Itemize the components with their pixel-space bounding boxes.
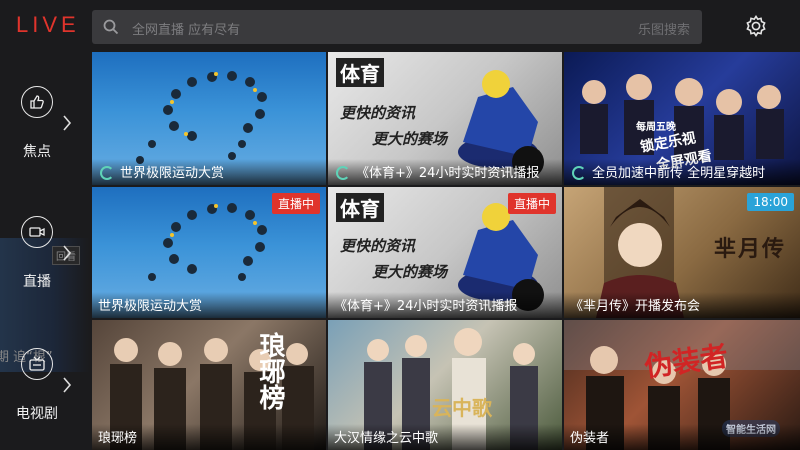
time-badge: 18:00 [747,193,794,211]
show-title-art: 芈月传 [714,237,787,262]
tile-mi-yue-zhuan[interactable]: 芈月传 18:00 《芈月传》开播发布会 [564,187,800,318]
chevron-right-icon [63,245,72,261]
tile-nirvana-in-fire[interactable]: 琅琊榜 琅琊榜 [92,320,326,450]
tile-sports-plus-live[interactable]: 体育 更快的资讯 更大的赛场 直播中 《体育+》24小时实时资讯播报 [328,187,562,318]
tile-caption: 全员加速中前传 全明星穿越时 [564,159,800,185]
loading-spinner-icon [336,166,350,180]
live-badge: 直播中 [507,193,556,214]
chevron-right-icon [63,377,72,393]
search-hint: 乐图搜索 [637,23,690,38]
tile-caption: 《体育+》24小时实时资讯播报 [328,159,562,185]
tv-icon [21,348,53,380]
sidebar-item-focus[interactable]: 焦点 [0,86,90,196]
search-bar[interactable]: 全网直播 应有尽有 乐图搜索 [92,10,702,44]
loading-spinner-icon [572,166,586,180]
sidebar-item-label: 直播 [23,274,51,290]
tile-extreme-sports-live[interactable]: 直播中 世界极限运动大赏 [92,187,326,318]
tile-caption: 《体育+》24小时实时资讯播报 [328,292,562,318]
video-camera-icon [21,216,53,248]
tile-caption: 大汉情缘之云中歌 [328,424,562,450]
sidebar-item-label: 电视剧 [16,406,58,422]
sidebar-item-live[interactable]: 直播 [0,216,90,326]
sidebar-item-tv-series[interactable]: 电视剧 [0,348,90,450]
show-title-art: 云中歌 [432,396,492,420]
tile-caption: 世界极限运动大赏 [92,292,326,318]
sidebar-item-label: 焦点 [23,144,51,160]
thumbs-up-icon [21,86,53,118]
tile-caption: 琅琊榜 [92,424,326,450]
tile-running-man[interactable]: 每周五晚 锁定乐视 全屏观看 全员加速中前传 全明星穿越时 [564,52,800,185]
app-logo: LIVE [16,12,80,37]
live-badge: 直播中 [271,193,320,214]
tile-caption: 世界极限运动大赏 [92,159,326,185]
gear-icon[interactable] [744,14,768,38]
tile-caption: 伪装者 [564,424,800,450]
tile-extreme-sports[interactable]: 世界极限运动大赏 [92,52,326,185]
chevron-right-icon [63,115,72,131]
tile-yun-zhong-ge[interactable]: 云中歌 大汉情缘之云中歌 [328,320,562,450]
loading-spinner-icon [100,166,114,180]
search-icon [103,19,119,35]
tile-the-disguiser[interactable]: 伪装者 智能生活网 伪装者 [564,320,800,450]
tile-caption: 《芈月传》开播发布会 [564,292,800,318]
show-title-art: 琅琊榜 [255,332,285,410]
sidebar: 回看 期 追“根” 焦点 直播 电视剧 [0,52,90,450]
tile-sports-plus[interactable]: 体育 更快的资讯 更大的赛场 《体育+》24小时实时资讯播报 [328,52,562,185]
search-placeholder: 全网直播 应有尽有 [132,23,241,38]
